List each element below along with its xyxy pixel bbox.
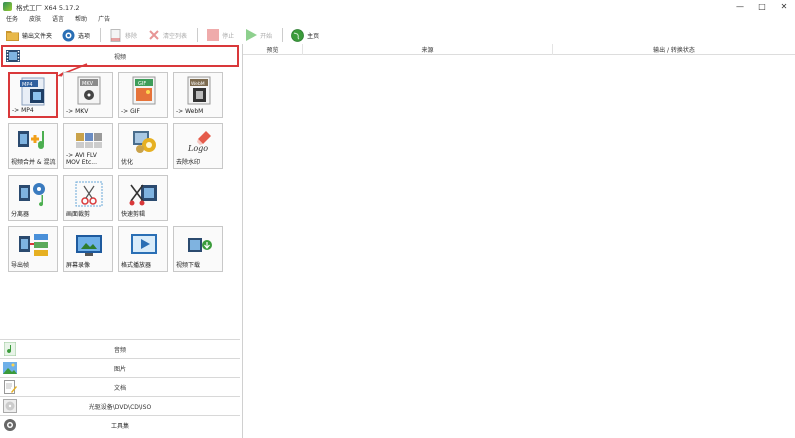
- tile-crop[interactable]: 画面裁剪: [63, 175, 113, 221]
- globe-icon: [291, 28, 304, 42]
- tile-to-mkv[interactable]: MKV -> MKV: [63, 72, 113, 118]
- left-panel: 视频 MP4 -> MP4 MKV -> MKV GIF -> GIF WebM…: [0, 44, 242, 438]
- tile-optimize[interactable]: 优化: [118, 123, 168, 169]
- toolbar: 输出文件夹 选项 移除 清空列表 停止 开始 主页: [0, 25, 795, 45]
- tile-label: -> WebM: [176, 108, 204, 115]
- gif-file-icon: GIF: [127, 76, 161, 106]
- maximize-button[interactable]: □: [751, 0, 773, 13]
- play-icon: [244, 29, 257, 42]
- tile-label: 视频下载: [176, 262, 201, 269]
- screen-record-icon: [72, 230, 106, 260]
- tile-label: -> AVI FLV MOV Etc...: [66, 152, 97, 166]
- output-folder-button[interactable]: 输出文件夹: [6, 26, 52, 44]
- tile-label: -> MKV: [66, 108, 89, 115]
- tile-video-join-mux[interactable]: 视频合并 & 混流: [8, 123, 58, 169]
- window-title: 格式工厂 X64 5.17.2: [16, 3, 80, 12]
- menu-task[interactable]: 任务: [6, 14, 18, 23]
- mkv-file-icon: MKV: [72, 76, 106, 106]
- tile-to-mp4[interactable]: MP4 -> MP4: [8, 72, 58, 118]
- svg-text:MKV: MKV: [82, 81, 94, 87]
- tile-video-download[interactable]: 视频下载: [173, 226, 223, 272]
- gears-icon: [127, 127, 161, 157]
- options-icon: [62, 29, 75, 42]
- join-music-icon: [17, 127, 51, 157]
- category-video-header[interactable]: 视频: [1, 45, 239, 67]
- folder-icon: [6, 29, 19, 42]
- tile-label: 导出帧: [11, 262, 30, 269]
- tile-label: 画面裁剪: [66, 211, 91, 218]
- player-icon: [127, 230, 161, 260]
- toolbar-separator: [282, 28, 284, 42]
- toolbar-separator: [197, 28, 199, 42]
- frames-export-icon: [17, 230, 51, 260]
- task-table-header: 预览 来源 输出 / 转换状态: [243, 44, 795, 55]
- menu-skin[interactable]: 皮肤: [29, 14, 41, 23]
- app-logo-icon: [3, 2, 12, 11]
- category-image[interactable]: 图片: [0, 358, 240, 377]
- logo-eraser-icon: Logo: [182, 127, 216, 157]
- clear-x-icon: [147, 29, 160, 42]
- category-video-label: 视频: [113, 53, 126, 61]
- menu-ads[interactable]: 广告: [98, 14, 110, 23]
- tile-to-webm[interactable]: WebM -> WebM: [173, 72, 223, 118]
- splitter-icon: [17, 179, 51, 209]
- svg-text:GIF: GIF: [138, 81, 146, 87]
- menu-bar: 任务 皮肤 语言 帮助 广告: [0, 13, 795, 24]
- scissors-crop-icon: [72, 179, 106, 209]
- webm-file-icon: WebM: [182, 76, 216, 106]
- document-remove-icon: [109, 28, 122, 42]
- tile-screen-record[interactable]: 屏幕录像: [63, 226, 113, 272]
- start-button[interactable]: 开始: [244, 26, 272, 44]
- column-source[interactable]: 来源: [303, 44, 553, 55]
- clear-list-button[interactable]: 清空列表: [147, 26, 187, 44]
- category-tools[interactable]: 工具集: [0, 415, 240, 434]
- tile-label: 分离器: [11, 211, 30, 218]
- mp4-file-icon: MP4: [18, 77, 52, 107]
- tile-quick-clip[interactable]: 快速剪辑: [118, 175, 168, 221]
- category-rom-device[interactable]: 光驱设备\DVD\CD\ISO: [0, 396, 240, 415]
- toolbar-separator: [100, 28, 102, 42]
- home-button[interactable]: 主页: [291, 26, 319, 44]
- task-list-panel: 预览 来源 输出 / 转换状态: [243, 44, 795, 438]
- tile-format-player[interactable]: 格式播放器: [118, 226, 168, 272]
- tile-label: -> GIF: [121, 108, 140, 115]
- minimize-button[interactable]: —: [729, 0, 751, 13]
- column-output-status[interactable]: 输出 / 转换状态: [553, 44, 795, 55]
- stop-icon: [206, 29, 219, 42]
- tile-label: 去除水印: [176, 159, 201, 166]
- tile-label: 优化: [121, 159, 134, 166]
- svg-text:MP4: MP4: [22, 82, 33, 88]
- tile-to-avi-flv-mov[interactable]: -> AVI FLV MOV Etc...: [63, 123, 113, 169]
- remove-button[interactable]: 移除: [109, 26, 137, 44]
- video-download-icon: [182, 230, 216, 260]
- close-button[interactable]: ✕: [773, 0, 795, 13]
- stop-button[interactable]: 停止: [206, 26, 234, 44]
- tile-label: 屏幕录像: [66, 262, 91, 269]
- svg-text:Logo: Logo: [187, 144, 208, 153]
- tile-label: -> MP4: [12, 107, 34, 114]
- tile-label: 视频合并 & 混流: [11, 159, 56, 166]
- menu-language[interactable]: 语言: [52, 14, 64, 23]
- title-bar: 格式工厂 X64 5.17.2 — □ ✕: [0, 0, 795, 13]
- options-button[interactable]: 选项: [62, 26, 90, 44]
- svg-text:WebM: WebM: [191, 81, 205, 87]
- tile-label: 快速剪辑: [121, 211, 146, 218]
- tile-export-frames[interactable]: 导出帧: [8, 226, 58, 272]
- window-controls: — □ ✕: [729, 0, 795, 13]
- column-preview[interactable]: 预览: [243, 44, 303, 55]
- tile-splitter[interactable]: 分离器: [8, 175, 58, 221]
- category-document[interactable]: 文档: [0, 377, 240, 396]
- tile-label: 格式播放器: [121, 262, 152, 269]
- tile-to-gif[interactable]: GIF -> GIF: [118, 72, 168, 118]
- quick-clip-icon: [127, 179, 161, 209]
- tile-remove-watermark[interactable]: Logo 去除水印: [173, 123, 223, 169]
- menu-help[interactable]: 帮助: [75, 14, 87, 23]
- category-audio[interactable]: 音频: [0, 339, 240, 358]
